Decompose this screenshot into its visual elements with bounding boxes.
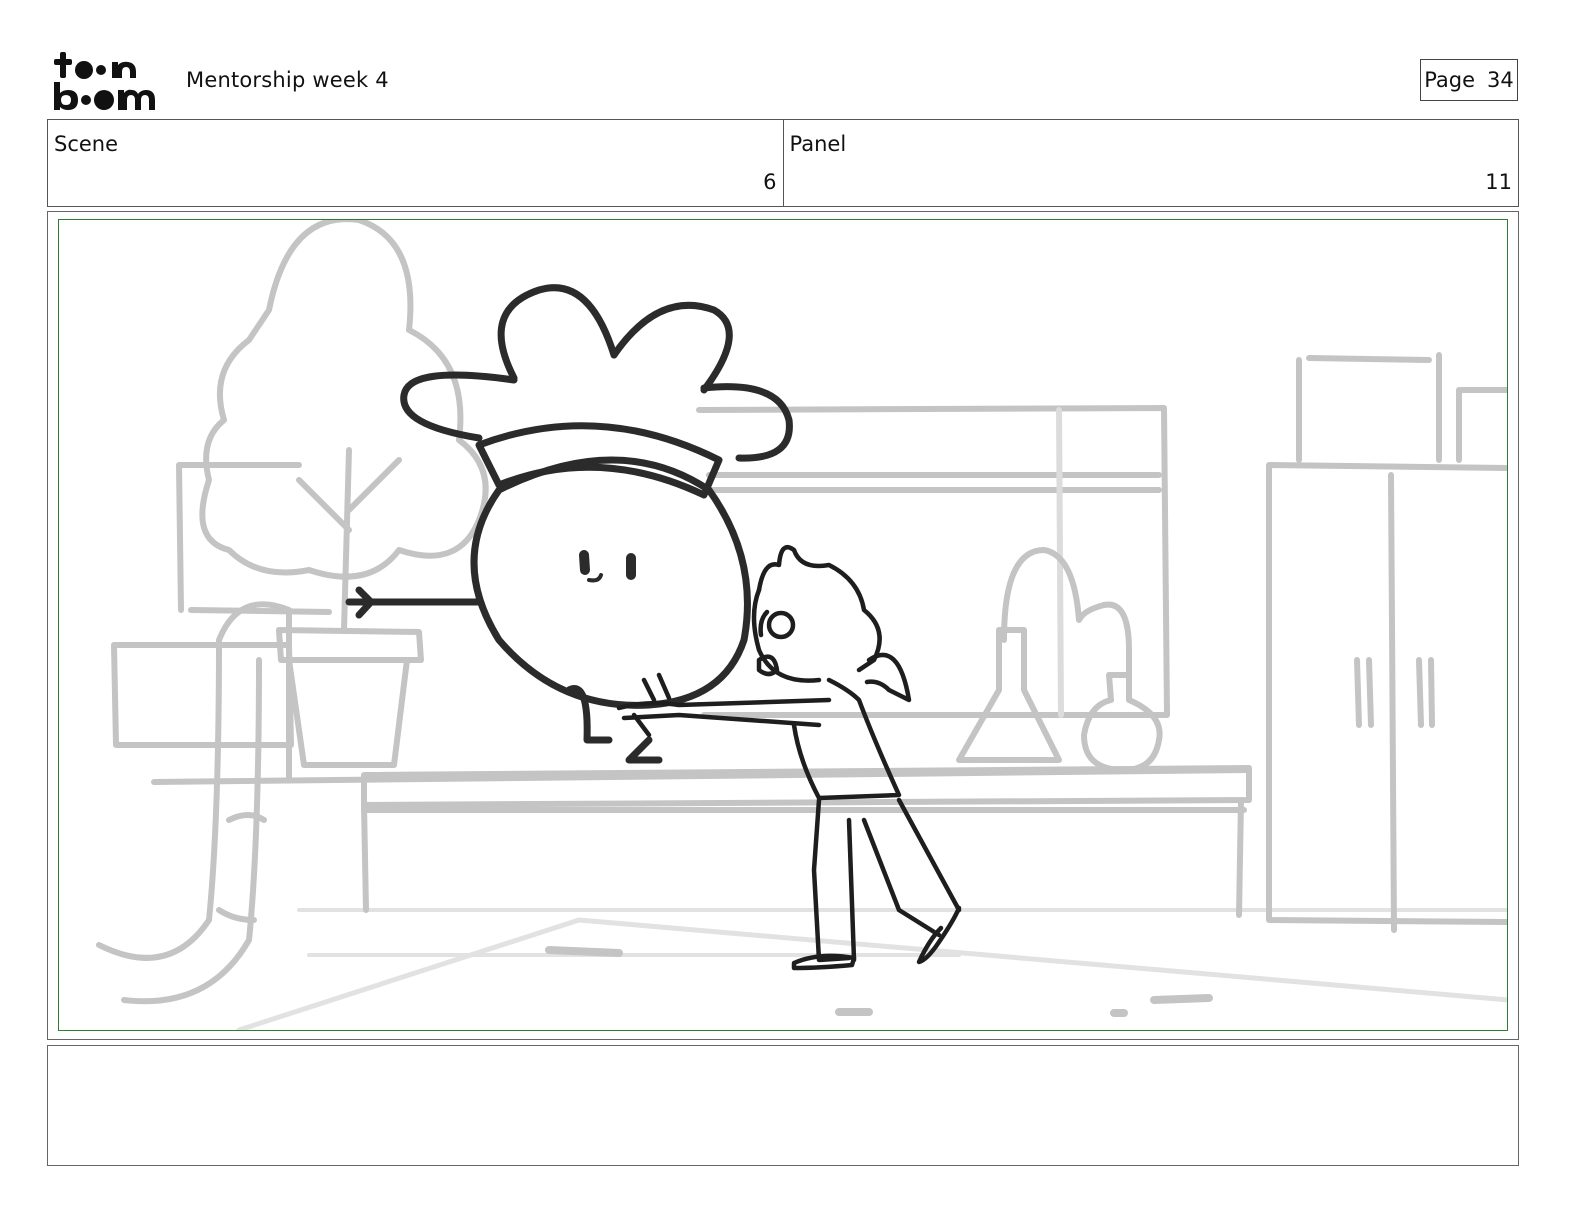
panel-cell: Panel 11: [782, 120, 1519, 206]
panel-value: 11: [1485, 170, 1512, 194]
girl-sketch: [616, 544, 962, 971]
scene-label: Scene: [54, 132, 119, 156]
scene-panel-info: Scene 6 Panel 11: [47, 119, 1519, 207]
toon-boom-logo-mark: [54, 52, 155, 110]
document-title: Mentorship week 4: [186, 68, 389, 92]
page-number-box: Page 34: [1420, 59, 1518, 101]
scene-cell: Scene 6: [48, 120, 783, 206]
toon-boom-logo: [52, 50, 164, 112]
panel-label: Panel: [789, 132, 847, 156]
storyboard-sketch: [96, 220, 1507, 1030]
storyboard-panel-frame: [58, 219, 1508, 1031]
page-number: 34: [1487, 68, 1514, 92]
background-sketch: [96, 220, 1507, 1030]
page-label: Page: [1424, 68, 1476, 92]
scene-value: 6: [763, 170, 777, 194]
round-creature-sketch: [345, 284, 793, 764]
notes-area: [47, 1045, 1519, 1166]
